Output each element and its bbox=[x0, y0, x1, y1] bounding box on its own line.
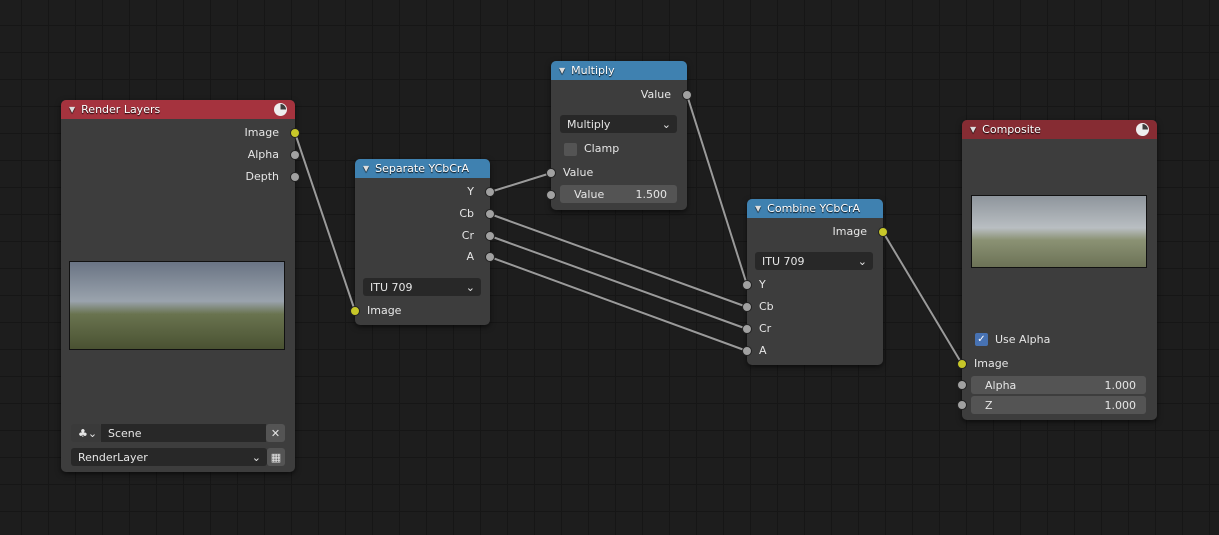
output-alpha-label: Alpha bbox=[247, 148, 279, 161]
socket-sep-y[interactable] bbox=[485, 187, 495, 197]
chevron-down-icon: ⌄ bbox=[465, 280, 475, 294]
collapse-icon[interactable]: ▼ bbox=[970, 125, 976, 134]
render-icon[interactable] bbox=[1136, 123, 1149, 136]
socket-mul-in1[interactable] bbox=[546, 168, 556, 178]
link-cr bbox=[489, 235, 748, 330]
socket-comp-z[interactable] bbox=[957, 400, 967, 410]
socket-comb-cr[interactable] bbox=[742, 324, 752, 334]
composite-node[interactable]: ▼ Composite ✓ Use Alpha Image Alpha 1.000 … bbox=[962, 120, 1157, 420]
chevron-down-icon: ⌄ bbox=[661, 117, 671, 131]
socket-sep-a[interactable] bbox=[485, 252, 495, 262]
socket-comb-cb[interactable] bbox=[742, 302, 752, 312]
node-header[interactable]: ▼ Multiply bbox=[551, 61, 687, 80]
input-value-label: Value bbox=[563, 166, 594, 179]
link-cb bbox=[489, 213, 748, 308]
node-header[interactable]: ▼ Render Layers bbox=[61, 100, 295, 119]
output-cr-label: Cr bbox=[461, 229, 474, 242]
input-image-label: Image bbox=[974, 357, 1009, 370]
collapse-icon[interactable]: ▼ bbox=[69, 105, 75, 114]
scene-icon: ♣⌄ bbox=[78, 426, 98, 440]
socket-mul-out[interactable] bbox=[682, 90, 692, 100]
mode-dropdown[interactable]: ITU 709 ⌄ bbox=[755, 252, 873, 270]
socket-render-image[interactable] bbox=[290, 128, 300, 138]
output-cb-label: Cb bbox=[459, 207, 474, 220]
operation-dropdown[interactable]: Multiply ⌄ bbox=[560, 115, 677, 133]
output-value-label: Value bbox=[640, 88, 671, 101]
socket-sep-image[interactable] bbox=[350, 306, 360, 316]
multiply-node[interactable]: ▼ Multiply Value Multiply ⌄ Clamp Value Va… bbox=[551, 61, 687, 210]
collapse-icon[interactable]: ▼ bbox=[755, 204, 761, 213]
output-image-label: Image bbox=[832, 225, 867, 238]
clamp-checkbox[interactable] bbox=[564, 143, 577, 156]
output-depth-label: Depth bbox=[245, 170, 279, 183]
socket-sep-cb[interactable] bbox=[485, 209, 495, 219]
z-field[interactable]: Z 1.000 bbox=[971, 396, 1146, 414]
socket-mul-in2[interactable] bbox=[546, 190, 556, 200]
node-header[interactable]: ▼ Separate YCbCrA bbox=[355, 159, 490, 178]
output-y-label: Y bbox=[467, 185, 474, 198]
socket-comp-image[interactable] bbox=[957, 359, 967, 369]
combine-ycbcra-node[interactable]: ▼ Combine YCbCrA Image ITU 709 ⌄ Y Cb Cr A bbox=[747, 199, 883, 365]
node-header[interactable]: ▼ Combine YCbCrA bbox=[747, 199, 883, 218]
link-image-to-separate bbox=[294, 132, 356, 312]
input-y-label: Y bbox=[759, 278, 766, 291]
preview-image bbox=[69, 261, 285, 350]
input-cr-label: Cr bbox=[759, 322, 772, 335]
output-a-label: A bbox=[466, 250, 474, 263]
render-layer-button[interactable]: ▦ bbox=[267, 448, 285, 466]
socket-comb-y[interactable] bbox=[742, 280, 752, 290]
render-icon[interactable] bbox=[274, 103, 287, 116]
socket-comp-alpha[interactable] bbox=[957, 380, 967, 390]
socket-comb-a[interactable] bbox=[742, 346, 752, 356]
collapse-icon[interactable]: ▼ bbox=[559, 66, 565, 75]
render-layer-dropdown[interactable]: RenderLayer ⌄ bbox=[71, 448, 267, 466]
render-layers-node[interactable]: ▼ Render Layers Image Alpha Depth ♣⌄ Scen… bbox=[61, 100, 295, 472]
use-alpha-checkbox[interactable]: ✓ bbox=[975, 333, 988, 346]
clapper-icon: ▦ bbox=[270, 450, 282, 464]
separate-ycbcra-node[interactable]: ▼ Separate YCbCrA Y Cb Cr A ITU 709 ⌄ Imag… bbox=[355, 159, 490, 325]
socket-comb-image[interactable] bbox=[878, 227, 888, 237]
collapse-icon[interactable]: ▼ bbox=[363, 164, 369, 173]
clamp-label: Clamp bbox=[584, 142, 620, 155]
link-image-to-composite bbox=[882, 231, 963, 365]
value-field[interactable]: Value 1.500 bbox=[560, 185, 677, 203]
scene-clear-button[interactable]: ✕ bbox=[266, 424, 285, 442]
close-icon: ✕ bbox=[270, 426, 281, 440]
link-y-to-multiply bbox=[489, 172, 552, 193]
preview-image bbox=[971, 195, 1147, 268]
input-cb-label: Cb bbox=[759, 300, 774, 313]
socket-sep-cr[interactable] bbox=[485, 231, 495, 241]
node-header[interactable]: ▼ Composite bbox=[962, 120, 1157, 139]
use-alpha-label: Use Alpha bbox=[995, 333, 1051, 346]
chevron-down-icon: ⌄ bbox=[251, 450, 261, 464]
mode-dropdown[interactable]: ITU 709 ⌄ bbox=[363, 278, 481, 296]
link-value-to-combine-y bbox=[686, 94, 748, 286]
input-a-label: A bbox=[759, 344, 767, 357]
socket-render-alpha[interactable] bbox=[290, 150, 300, 160]
socket-render-depth[interactable] bbox=[290, 172, 300, 182]
input-image-label: Image bbox=[367, 304, 402, 317]
scene-browse-button[interactable]: ♣⌄ bbox=[71, 424, 101, 442]
scene-field[interactable]: Scene bbox=[101, 424, 266, 442]
link-a bbox=[489, 256, 748, 352]
output-image-label: Image bbox=[244, 126, 279, 139]
alpha-field[interactable]: Alpha 1.000 bbox=[971, 376, 1146, 394]
chevron-down-icon: ⌄ bbox=[857, 254, 867, 268]
